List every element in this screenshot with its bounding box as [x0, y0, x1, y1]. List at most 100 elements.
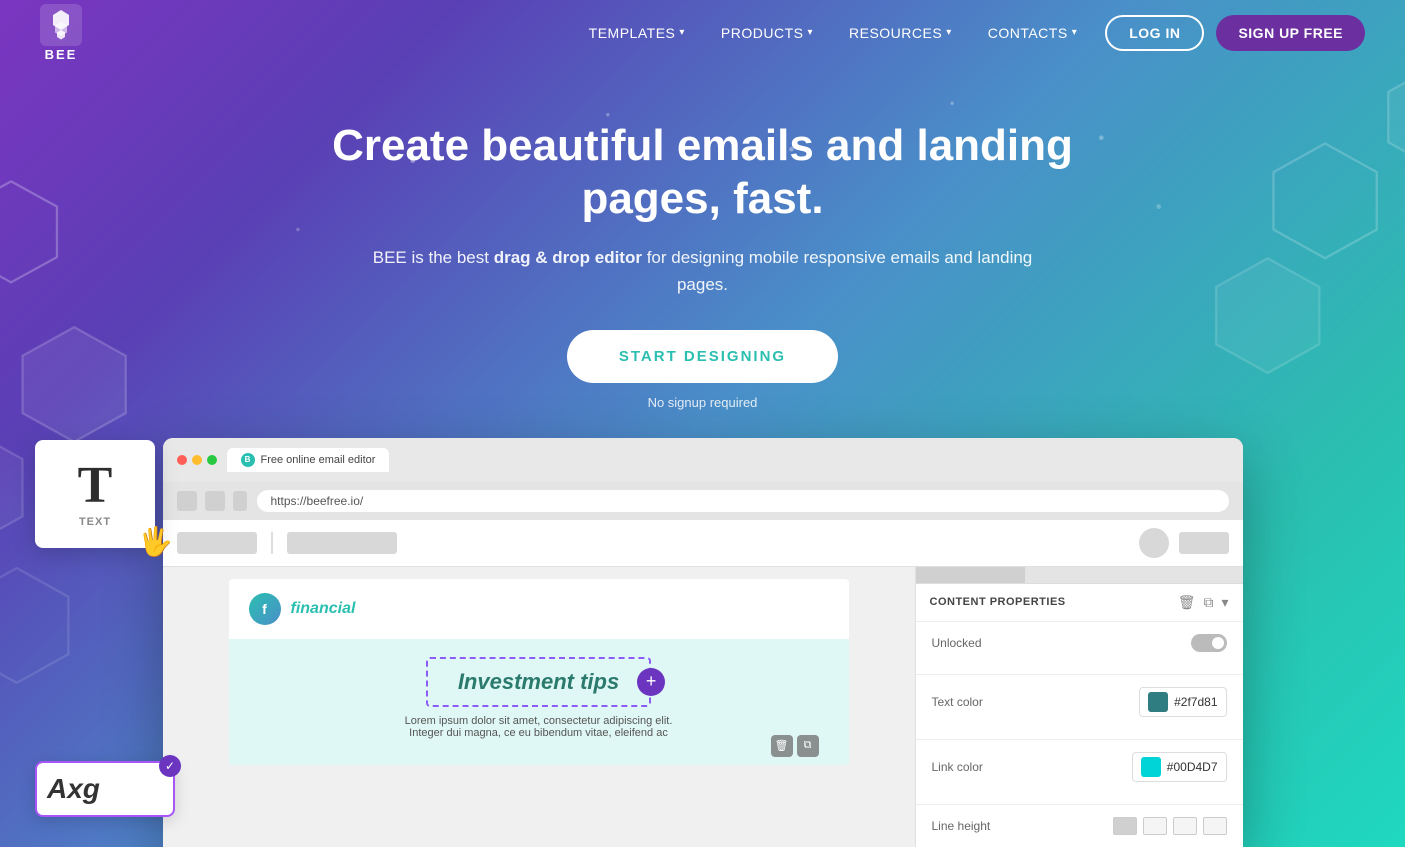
line-height-section: Line height: [916, 805, 1243, 847]
panel-header: CONTENT PROPERTIES 🗑 ⧉ ▾: [916, 584, 1243, 622]
line-height-btn-1[interactable]: [1113, 817, 1137, 835]
link-color-label: Link color: [932, 760, 983, 774]
panel-tab-2[interactable]: [1025, 567, 1134, 583]
email-heading-box: Investment tips +: [426, 657, 651, 707]
logo-text: BEE: [45, 47, 78, 62]
email-header: f financial: [229, 579, 849, 639]
logo[interactable]: BEE: [40, 4, 82, 62]
panel-delete-icon[interactable]: 🗑: [1178, 594, 1196, 611]
bee-tab-icon: B: [241, 453, 255, 467]
browser-tab-label: Free online email editor: [261, 454, 376, 466]
link-color-box[interactable]: #00D4D7: [1132, 752, 1227, 782]
drag-card-label: TEXT: [51, 516, 139, 528]
login-button[interactable]: LOG IN: [1105, 15, 1204, 51]
browser-url-input: https://beefree.io/: [257, 490, 1229, 512]
line-height-row: Line height: [932, 817, 1227, 835]
link-color-row: Link color #00D4D7: [932, 752, 1227, 782]
no-signup-text: No signup required: [0, 395, 1405, 410]
nav-item-resources[interactable]: RESOURCES ▾: [849, 25, 952, 41]
email-action-icons: 🗑 ⧉: [771, 735, 819, 757]
editor-canvas: f financial Investment tips + Lorem ipsu…: [163, 567, 915, 847]
panel-unlocked-section: Unlocked: [916, 622, 1243, 675]
text-color-swatch: [1148, 692, 1168, 712]
link-color-swatch: [1141, 757, 1161, 777]
navbar: BEE TEMPLATES ▾ PRODUCTS ▾ RESOURCES ▾: [0, 0, 1405, 65]
panel-tab-1[interactable]: [916, 567, 1025, 583]
email-delete-icon[interactable]: 🗑: [771, 735, 793, 757]
email-copy-icon[interactable]: ⧉: [797, 735, 819, 757]
dot-red: [177, 455, 187, 465]
dot-green: [207, 455, 217, 465]
line-height-label: Line height: [932, 819, 991, 833]
nav-link-products[interactable]: PRODUCTS ▾: [721, 25, 813, 41]
dot-yellow: [192, 455, 202, 465]
link-color-section: Link color #00D4D7: [916, 740, 1243, 805]
cta-button[interactable]: START DESIGNING: [567, 330, 838, 383]
toolbar-divider: [271, 532, 273, 554]
bee-logo-icon: [40, 4, 82, 46]
nav-item-products[interactable]: PRODUCTS ▾: [721, 25, 813, 41]
browser-tab: B Free online email editor: [227, 448, 390, 472]
drag-card[interactable]: T TEXT 🖐: [35, 440, 155, 548]
bottom-card-text: Axg: [47, 773, 100, 804]
panel-chevron-icon[interactable]: ▾: [1221, 594, 1228, 611]
nav-link-contacts[interactable]: CONTACTS ▾: [988, 25, 1078, 41]
email-brand: financial: [291, 600, 356, 618]
unlocked-label: Unlocked: [932, 636, 982, 650]
unlocked-row: Unlocked: [932, 634, 1227, 652]
line-height-btn-4[interactable]: [1203, 817, 1227, 835]
panel-title: CONTENT PROPERTIES: [930, 596, 1170, 608]
toolbar-placeholder-2: [287, 532, 397, 554]
nav-links: TEMPLATES ▾ PRODUCTS ▾ RESOURCES ▾ CONTA…: [589, 25, 1078, 41]
hero-title: Create beautiful emails and landing page…: [323, 120, 1083, 226]
editor-panel: CONTENT PROPERTIES 🗑 ⧉ ▾ Unlocked Text c…: [915, 567, 1243, 847]
text-color-label: Text color: [932, 695, 983, 709]
chevron-down-icon: ▾: [946, 27, 952, 38]
text-color-value: #2f7d81: [1174, 695, 1217, 709]
email-logo-icon: f: [249, 593, 281, 625]
drag-card-letter: T: [51, 460, 139, 512]
browser-bar: B Free online email editor: [163, 438, 1243, 482]
toolbar-circle: [1139, 528, 1169, 558]
email-body: Investment tips + Lorem ipsum dolor sit …: [229, 639, 849, 765]
text-color-section: Text color #2f7d81: [916, 675, 1243, 740]
nav-forward-btn[interactable]: [205, 491, 225, 511]
panel-tab-3[interactable]: [1134, 567, 1243, 583]
text-color-row: Text color #2f7d81: [932, 687, 1227, 717]
nav-link-templates[interactable]: TEMPLATES ▾: [589, 25, 685, 41]
browser-mockup: B Free online email editor https://beefr…: [163, 438, 1243, 847]
hero-section: BEE TEMPLATES ▾ PRODUCTS ▾ RESOURCES ▾: [0, 0, 1405, 847]
hero-subtitle-bold: drag & drop editor: [494, 248, 642, 267]
toolbar-rect: [1179, 532, 1229, 554]
bottom-card: Axg ✓: [35, 761, 175, 817]
email-add-icon[interactable]: +: [637, 668, 665, 696]
hero-subtitle-plain: BEE is the best: [373, 248, 494, 267]
nav-item-contacts[interactable]: CONTACTS ▾: [988, 25, 1078, 41]
email-body-text: Lorem ipsum dolor sit amet, consectetur …: [389, 715, 689, 739]
browser-dots: [177, 455, 217, 465]
text-color-box[interactable]: #2f7d81: [1139, 687, 1226, 717]
line-height-options: [1113, 817, 1227, 835]
toolbar-placeholder-1: [177, 532, 257, 554]
nav-refresh-btn[interactable]: [233, 491, 247, 511]
chevron-down-icon: ▾: [679, 27, 685, 38]
bottom-card-check-icon: ✓: [159, 755, 181, 777]
chevron-down-icon: ▾: [807, 27, 813, 38]
editor-area: f financial Investment tips + Lorem ipsu…: [163, 567, 1243, 847]
drag-cursor-icon: 🖐: [138, 525, 173, 558]
link-color-value: #00D4D7: [1167, 760, 1218, 774]
email-preview: f financial Investment tips + Lorem ipsu…: [229, 579, 849, 765]
nav-link-resources[interactable]: RESOURCES ▾: [849, 25, 952, 41]
unlocked-toggle[interactable]: [1191, 634, 1227, 652]
panel-copy-icon[interactable]: ⧉: [1203, 594, 1213, 611]
browser-url-bar: https://beefree.io/: [163, 482, 1243, 520]
hero-subtitle: BEE is the best drag & drop editor for d…: [363, 244, 1043, 298]
nav-item-templates[interactable]: TEMPLATES ▾: [589, 25, 685, 41]
signup-button[interactable]: SIGN UP FREE: [1216, 15, 1365, 51]
chevron-down-icon: ▾: [1072, 27, 1078, 38]
line-height-btn-2[interactable]: [1143, 817, 1167, 835]
nav-back-btn[interactable]: [177, 491, 197, 511]
hero-subtitle-end: for designing mobile responsive emails a…: [642, 248, 1032, 294]
line-height-btn-3[interactable]: [1173, 817, 1197, 835]
browser-url-text: https://beefree.io/: [271, 494, 364, 508]
